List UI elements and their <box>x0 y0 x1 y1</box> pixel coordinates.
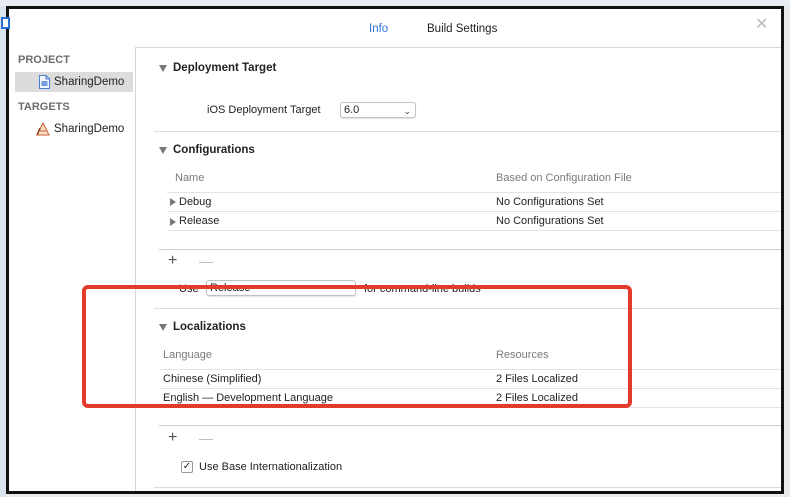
project-navigator-sidebar: PROJECT SharingDemo TARGETS SharingDemo <box>9 47 136 491</box>
ios-deployment-target-label: iOS Deployment Target <box>207 104 321 116</box>
remove-localization-button[interactable]: — <box>199 431 213 445</box>
info-editor-content: Deployment Target iOS Deployment Target … <box>136 47 781 491</box>
targets-section-header: TARGETS <box>18 101 70 113</box>
project-editor-window: Info Build Settings ✕ PROJECT SharingDem… <box>6 6 784 494</box>
project-file-icon <box>39 75 50 89</box>
row-disclosure-icon[interactable] <box>170 198 176 206</box>
sidebar-item-label: SharingDemo <box>54 123 125 135</box>
base-internationalization-label: Use Base Internationalization <box>199 461 343 473</box>
disclosure-triangle-icon[interactable] <box>159 65 167 72</box>
config-name-cell: Debug <box>179 196 212 208</box>
table-bottom-border <box>159 425 781 426</box>
project-section-header: PROJECT <box>18 54 70 66</box>
config-based-column-header: Based on Configuration File <box>496 172 632 184</box>
config-name-column-header: Name <box>175 172 205 184</box>
section-divider <box>154 487 781 488</box>
row-disclosure-icon[interactable] <box>170 218 176 226</box>
tab-info[interactable]: Info <box>369 23 388 35</box>
configurations-title: Configurations <box>173 144 255 156</box>
deployment-target-title: Deployment Target <box>173 62 277 74</box>
add-localization-button[interactable]: + <box>168 430 177 446</box>
sidebar-item-label: SharingDemo <box>54 76 125 88</box>
annotation-highlight-box <box>82 285 632 408</box>
add-configuration-button[interactable]: + <box>168 253 177 269</box>
table-row-divider <box>167 230 781 231</box>
base-internationalization-checkbox[interactable]: ✓ <box>181 461 193 473</box>
table-row-divider <box>167 211 781 212</box>
config-name-cell: Release <box>179 215 220 227</box>
window-corner-indicator <box>1 17 10 29</box>
sidebar-item-target[interactable]: SharingDemo <box>15 119 133 139</box>
remove-configuration-button[interactable]: — <box>199 254 213 268</box>
sidebar-item-project[interactable]: SharingDemo <box>15 72 133 92</box>
background-right-strip <box>784 0 790 497</box>
close-icon[interactable]: ✕ <box>755 17 769 33</box>
disclosure-triangle-icon[interactable] <box>159 147 167 154</box>
config-based-cell: No Configurations Set <box>496 215 604 227</box>
table-bottom-border <box>159 249 781 250</box>
editor-tab-bar: Info Build Settings ✕ <box>9 9 781 48</box>
table-row-divider <box>167 192 781 193</box>
deployment-target-value: 6.0 <box>344 104 360 116</box>
chevron-down-icon: ⌄ <box>403 106 411 116</box>
config-based-cell: No Configurations Set <box>496 196 604 208</box>
app-target-icon <box>35 121 51 136</box>
section-divider <box>154 131 781 132</box>
deployment-target-popup[interactable]: 6.0 ⌄ <box>340 102 416 118</box>
tab-build-settings[interactable]: Build Settings <box>427 23 497 35</box>
